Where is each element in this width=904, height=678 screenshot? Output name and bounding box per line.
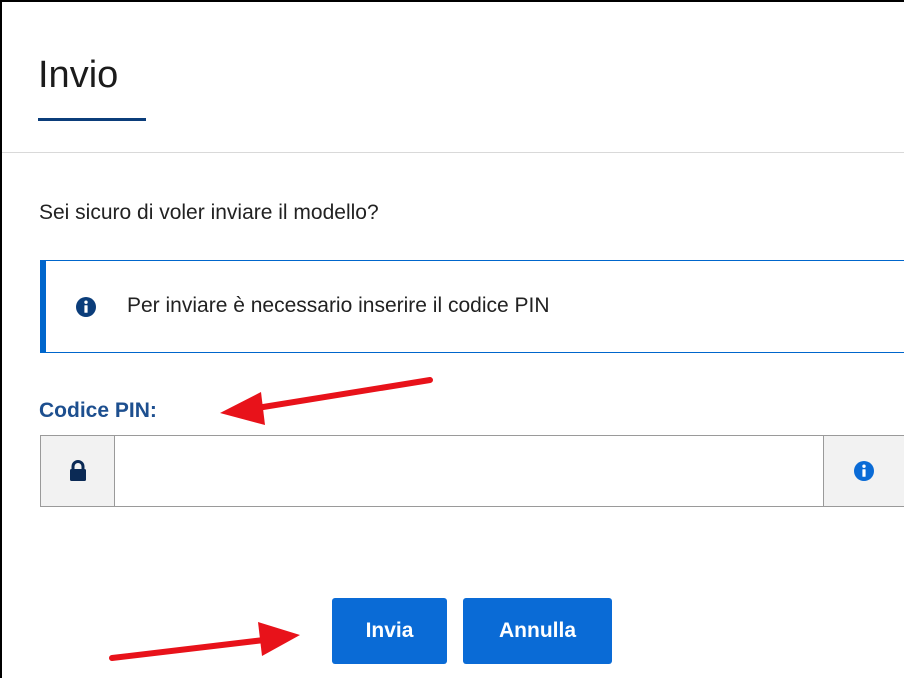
- info-alert: Per inviare è necessario inserire il cod…: [40, 260, 904, 353]
- pin-input-group: [40, 435, 904, 507]
- pin-info-button[interactable]: [823, 436, 904, 506]
- cancel-button[interactable]: Annulla: [463, 598, 612, 664]
- info-circle-icon: [854, 461, 874, 481]
- submit-button[interactable]: Invia: [332, 598, 447, 664]
- pin-input[interactable]: [115, 436, 822, 506]
- lock-icon: [70, 460, 86, 481]
- red-arrow-icon: [220, 377, 433, 425]
- info-circle-icon: [76, 297, 96, 322]
- header-divider: [2, 152, 904, 153]
- dialog-title: Invio: [38, 54, 119, 96]
- title-underline: [38, 118, 146, 121]
- red-arrow-icon: [109, 622, 300, 661]
- send-dialog: Invio Sei sicuro di voler inviare il mod…: [0, 0, 904, 678]
- pin-label: Codice PIN:: [39, 399, 157, 422]
- lock-addon: [41, 436, 115, 506]
- info-alert-text: Per inviare è necessario inserire il cod…: [127, 294, 550, 317]
- confirmation-question: Sei sicuro di voler inviare il modello?: [39, 201, 379, 224]
